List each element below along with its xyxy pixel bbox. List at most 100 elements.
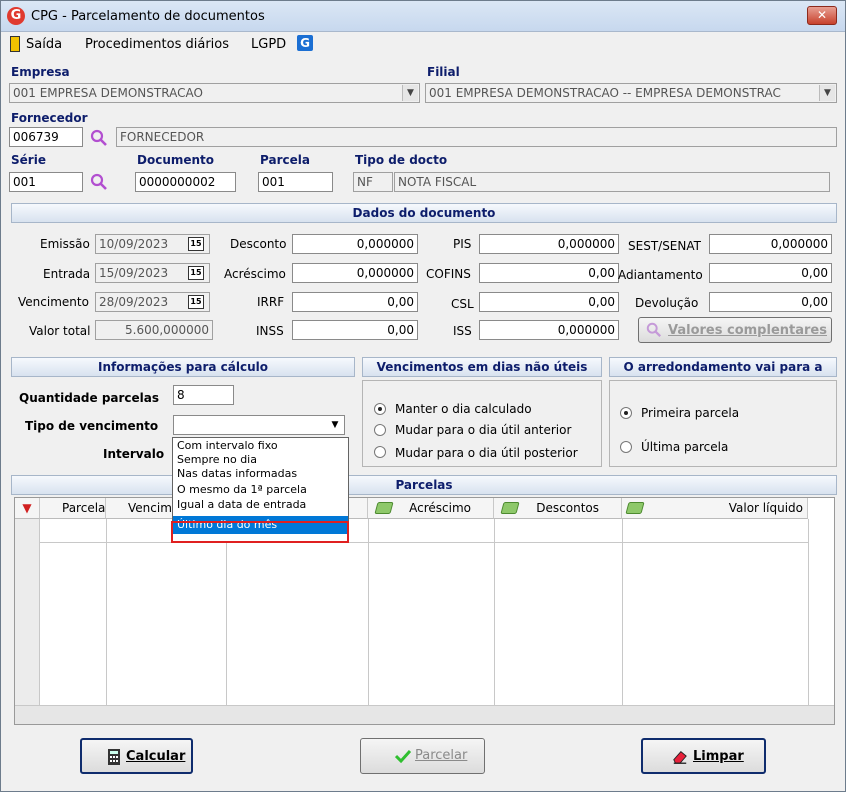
- row-indicator-column: [15, 519, 40, 706]
- tipo-vencimento-select[interactable]: ▼: [173, 415, 345, 435]
- valor-total-label: Valor total: [29, 324, 91, 338]
- money-icon: [374, 502, 394, 514]
- fornecedor-code-input[interactable]: 006739: [9, 127, 83, 147]
- calendar-icon[interactable]: 15: [188, 237, 204, 251]
- sest-senat-input[interactable]: 0,000000: [709, 234, 832, 254]
- filial-select[interactable]: 001 EMPRESA DEMONSTRACAO -- EMPRESA DEMO…: [425, 83, 837, 103]
- option-mesmo-primeira-parcela[interactable]: O mesmo da 1ª parcela: [173, 483, 348, 497]
- exit-icon: [10, 36, 20, 52]
- tipo-docto-name: NOTA FISCAL: [394, 172, 830, 192]
- parcela-label: Parcela: [260, 153, 310, 167]
- chevron-down-icon: ▼: [327, 417, 343, 433]
- col-parcela[interactable]: Parcela: [40, 498, 106, 519]
- col-valor-liquido[interactable]: Valor líquido: [622, 498, 808, 519]
- menu-exit[interactable]: Saída: [26, 37, 62, 52]
- qtd-parcelas-input[interactable]: 8: [173, 385, 234, 405]
- empresa-select[interactable]: 001 EMPRESA DEMONSTRACAO ▼: [9, 83, 420, 103]
- lgpd-icon[interactable]: G: [297, 35, 313, 51]
- calendar-icon[interactable]: 15: [188, 295, 204, 309]
- adiantamento-input[interactable]: 0,00: [709, 263, 832, 283]
- menu-lgpd[interactable]: LGPD: [251, 37, 286, 52]
- table-row[interactable]: [40, 519, 808, 543]
- valor-total-field: 5.600,000000: [95, 320, 213, 340]
- parcelar-button[interactable]: Parcelar: [360, 738, 485, 774]
- documento-label: Documento: [137, 153, 215, 167]
- calendar-icon[interactable]: 15: [188, 266, 204, 280]
- serie-input[interactable]: 001: [9, 172, 83, 192]
- valores-complementares-button[interactable]: Valores complentares: [638, 317, 832, 343]
- desconto-label: Desconto: [230, 237, 287, 251]
- window-title: CPG - Parcelamento de documentos: [31, 9, 265, 24]
- cofins-input[interactable]: 0,00: [479, 263, 619, 283]
- tipo-docto-code: NF: [353, 172, 393, 192]
- parcelar-label: Parcelar: [415, 748, 468, 763]
- parcelas-header: Parcelas: [11, 475, 837, 495]
- vencimento-label: Vencimento: [18, 295, 89, 309]
- calcular-button[interactable]: Calcular: [80, 738, 193, 774]
- pis-input[interactable]: 0,000000: [479, 234, 619, 254]
- calculator-icon: [108, 749, 120, 765]
- menu-bar: Saída Procedimentos diários LGPD G: [1, 32, 845, 58]
- documento-input[interactable]: 0000000002: [135, 172, 236, 192]
- chevron-down-icon: ▼: [402, 85, 418, 101]
- emissao-value: 10/09/2023: [99, 237, 169, 251]
- column-divider: [622, 519, 623, 705]
- vencimento-value: 28/09/2023: [99, 295, 169, 309]
- pis-label: PIS: [453, 237, 472, 251]
- irrf-label: IRRF: [257, 295, 285, 309]
- tipo-docto-label: Tipo de docto: [355, 153, 448, 167]
- limpar-label: Limpar: [693, 749, 744, 764]
- column-divider: [494, 519, 495, 705]
- column-divider: [226, 519, 227, 705]
- menu-daily-procedures[interactable]: Procedimentos diários: [85, 37, 229, 52]
- acrescimo-input[interactable]: 0,000000: [292, 263, 418, 283]
- iss-label: ISS: [453, 324, 472, 338]
- dados-documento-header: Dados do documento: [11, 203, 837, 223]
- option-sempre-no-dia[interactable]: Sempre no dia: [173, 453, 348, 467]
- fornecedor-name-field: FORNECEDOR: [116, 127, 837, 147]
- option-nas-datas-informadas[interactable]: Nas datas informadas: [173, 467, 348, 481]
- emissao-label: Emissão: [40, 237, 90, 251]
- desconto-input[interactable]: 0,000000: [292, 234, 418, 254]
- sest-senat-label: SEST/SENAT: [628, 239, 701, 253]
- inss-input[interactable]: 0,00: [292, 320, 418, 340]
- info-calculo-header: Informações para cálculo: [11, 357, 355, 377]
- main-window: G CPG - Parcelamento de documentos ✕ Saí…: [0, 0, 846, 792]
- search-icon[interactable]: [90, 129, 108, 147]
- radio-dia-util-posterior[interactable]: [374, 446, 386, 458]
- parcela-input[interactable]: 001: [258, 172, 333, 192]
- tipo-vencimento-label: Tipo de vencimento: [25, 419, 159, 433]
- close-button[interactable]: ✕: [807, 6, 837, 25]
- option-intervalo-fixo[interactable]: Com intervalo fixo: [173, 439, 348, 453]
- irrf-input[interactable]: 0,00: [292, 292, 418, 312]
- money-icon: [625, 502, 645, 514]
- radio-dia-util-anterior[interactable]: [374, 424, 386, 436]
- horizontal-scrollbar[interactable]: [15, 705, 834, 724]
- checkmark-icon: [395, 749, 411, 764]
- limpar-button[interactable]: Limpar: [641, 738, 766, 774]
- qtd-parcelas-label: Quantidade parcelas: [19, 391, 160, 405]
- entrada-label: Entrada: [43, 267, 91, 281]
- column-divider: [106, 519, 107, 705]
- devolucao-input[interactable]: 0,00: [709, 292, 832, 312]
- csl-label: CSL: [451, 297, 474, 311]
- csl-input[interactable]: 0,00: [479, 292, 619, 312]
- parcelas-grid[interactable]: ▼ Parcela Vencim uto Acréscimo Descontos…: [14, 497, 835, 725]
- empresa-value: 001 EMPRESA DEMONSTRACAO: [13, 86, 203, 100]
- chevron-down-icon: ▼: [819, 85, 835, 101]
- valores-complementares-label: Valores complentares: [668, 323, 827, 338]
- entrada-value: 15/09/2023: [99, 266, 169, 280]
- option-igual-data-entrada[interactable]: Igual a data de entrada: [173, 498, 348, 512]
- search-icon: [646, 322, 662, 338]
- calcular-label: Calcular: [126, 749, 186, 764]
- cofins-label: COFINS: [426, 267, 471, 281]
- devolucao-label: Devolução: [635, 296, 699, 310]
- highlight-annotation: [171, 521, 349, 543]
- radio-manter-dia[interactable]: [374, 403, 386, 415]
- search-icon[interactable]: [90, 173, 108, 191]
- radio-primeira-parcela[interactable]: [620, 407, 632, 419]
- serie-label: Série: [11, 153, 46, 167]
- iss-input[interactable]: 0,000000: [479, 320, 619, 340]
- radio-ultima-parcela[interactable]: [620, 441, 632, 453]
- filial-label: Filial: [427, 65, 460, 79]
